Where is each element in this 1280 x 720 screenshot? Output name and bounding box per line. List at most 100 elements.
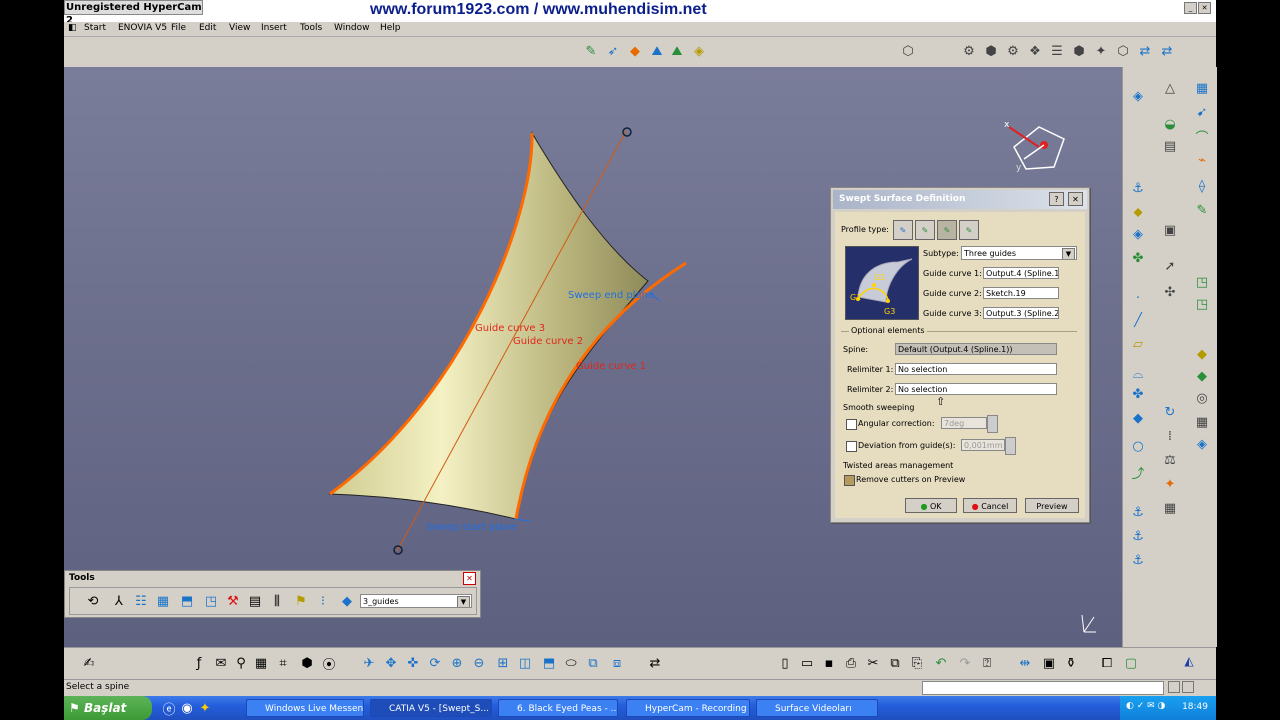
parallel-icon[interactable]: ◆ xyxy=(1193,367,1211,385)
guide1-field[interactable]: Output.4 (Spline.1 xyxy=(983,267,1059,279)
wireframe-icon[interactable]: ✎ xyxy=(582,42,600,60)
deviation-stepper[interactable] xyxy=(1005,437,1016,455)
project-icon[interactable]: ⌓ xyxy=(1129,365,1147,383)
deviation-field[interactable]: 0,001mm xyxy=(961,439,1005,451)
menu-start[interactable]: Start xyxy=(84,23,106,33)
corner-icon[interactable]: ⌒ xyxy=(1193,127,1211,146)
render-style-icon[interactable]: ⬭ xyxy=(562,654,580,672)
layer-icon[interactable]: ◆ xyxy=(338,592,356,610)
open-icon[interactable]: ▭ xyxy=(798,654,816,672)
circle-2-icon[interactable]: ◎ xyxy=(1193,389,1211,407)
status-button-1[interactable] xyxy=(1168,681,1180,693)
menu-view[interactable]: View xyxy=(229,23,250,33)
plane-2-icon[interactable]: ▱ xyxy=(1129,335,1147,353)
chevron-down-icon[interactable]: ▼ xyxy=(457,596,470,607)
subtype-select[interactable]: Three guides ▼ xyxy=(961,246,1077,260)
spec-tree-icon[interactable]: ⬡ xyxy=(899,42,917,60)
compare-icon[interactable]: ⇹ xyxy=(1016,654,1034,672)
sweep-icon[interactable]: ◆ xyxy=(626,42,644,60)
whats-this-icon[interactable]: ⍰ xyxy=(978,654,996,672)
chip-icon[interactable]: ⬢ xyxy=(298,654,316,672)
tree-icon[interactable]: ☷ xyxy=(132,592,150,610)
select-icon[interactable]: ➚ xyxy=(1161,257,1179,275)
fillet-icon[interactable]: ✤ xyxy=(1129,249,1147,267)
copy-icon[interactable]: ⧉ xyxy=(886,654,904,672)
relimiter2-field[interactable]: No selection xyxy=(895,383,1057,395)
menu-edit[interactable]: Edit xyxy=(199,23,216,33)
spine-field[interactable]: Default (Output.4 (Spline.1)) xyxy=(895,343,1057,355)
menu-insert[interactable]: Insert xyxy=(261,23,287,33)
data-icon[interactable]: ▦ xyxy=(1161,499,1179,517)
dialog-close-button[interactable]: ✕ xyxy=(1068,192,1083,206)
analysis-icon-8[interactable]: ⬡ xyxy=(1114,42,1132,60)
bottle-icon[interactable]: ⚱ xyxy=(1062,654,1080,672)
angular-stepper[interactable] xyxy=(987,415,998,433)
relimiter1-field[interactable]: No selection xyxy=(895,363,1057,375)
abc-text-icon[interactable]: ✍ xyxy=(80,654,98,672)
axis-system-icon[interactable]: ⅄ xyxy=(110,592,128,610)
sketch-icon[interactable]: ▣ xyxy=(1161,221,1179,239)
new-icon[interactable]: ▯ xyxy=(776,654,794,672)
guide3-field[interactable]: Output.3 (Spline.2 xyxy=(983,307,1059,319)
comment-icon[interactable]: ✉ xyxy=(212,654,230,672)
profile-circle-icon[interactable]: ✎ xyxy=(937,220,957,240)
zoom-out-icon[interactable]: ⊖ xyxy=(470,654,488,672)
catalog-icon[interactable]: ⚑ xyxy=(292,592,310,610)
dialog-help-button[interactable]: ? xyxy=(1049,192,1064,206)
extrapolate-icon[interactable]: ◆ xyxy=(1193,345,1211,363)
pan-icon[interactable]: ✜ xyxy=(404,654,422,672)
analysis-icon-7[interactable]: ✦ xyxy=(1092,42,1110,60)
cancel-button[interactable]: ● Cancel xyxy=(963,498,1017,513)
analysis-icon-6[interactable]: ⬢ xyxy=(1070,42,1088,60)
pattern-icon[interactable]: ⁞ xyxy=(1161,427,1179,445)
profile-line-icon[interactable]: ✎ xyxy=(915,220,935,240)
analysis-icon-5[interactable]: ☰ xyxy=(1048,42,1066,60)
preview-button[interactable]: Preview xyxy=(1025,498,1079,513)
menu-help[interactable]: Help xyxy=(380,23,401,33)
desktop-icon[interactable]: ◉ xyxy=(178,699,196,717)
list-icon[interactable]: ⁝ xyxy=(314,592,332,610)
spline-icon[interactable]: ➹ xyxy=(1193,103,1211,121)
silhouette-icon[interactable]: ⚓ xyxy=(1129,551,1147,569)
save-icon[interactable]: ▪ xyxy=(820,654,838,672)
circle-icon[interactable]: ◒ xyxy=(1161,115,1179,133)
command-input[interactable] xyxy=(922,681,1164,695)
split-icon[interactable]: ⟠ xyxy=(1193,177,1211,195)
iso-view-icon[interactable]: ⬒ xyxy=(540,654,558,672)
quicklaunch-icon[interactable]: ✦ xyxy=(196,699,214,717)
fly-icon[interactable]: ✈ xyxy=(360,654,378,672)
tools-dropdown[interactable]: 3_guides ▼ xyxy=(360,594,472,608)
stack-icon[interactable]: ▣ xyxy=(1040,654,1058,672)
task-folder[interactable]: Surface Videoları xyxy=(756,699,878,717)
menu-tools[interactable]: Tools xyxy=(300,23,322,33)
frame-icon[interactable]: ▢ xyxy=(1122,654,1140,672)
menu-file[interactable]: File xyxy=(171,23,186,33)
menu-enovia[interactable]: ENOVIA V5 xyxy=(118,23,167,33)
guide2-field[interactable]: Sketch.19 xyxy=(983,287,1059,299)
minimize-button[interactable]: _ xyxy=(1184,2,1197,14)
approx-icon[interactable]: ◈ xyxy=(1193,435,1211,453)
close-window-button[interactable]: ✕ xyxy=(1198,2,1211,14)
hide-icon[interactable]: ⚒ xyxy=(224,592,242,610)
profile-explicit-icon[interactable]: ✎ xyxy=(893,220,913,240)
extrude-icon[interactable]: ➶ xyxy=(604,42,622,60)
update-icon[interactable]: ⟲ xyxy=(84,592,102,610)
reflect-icon[interactable]: ⚓ xyxy=(1129,527,1147,545)
swap-icon[interactable]: ⧈ xyxy=(608,654,626,672)
analysis-icon-9[interactable]: ⇄ xyxy=(1136,42,1154,60)
grid-icon[interactable]: ▦ xyxy=(154,592,172,610)
blend-icon[interactable]: ⛰ xyxy=(668,42,686,60)
connect-icon[interactable]: ⌁ xyxy=(1193,151,1211,169)
status-button-2[interactable] xyxy=(1182,681,1194,693)
undo-icon[interactable]: ↶ xyxy=(932,654,950,672)
boundary-icon[interactable]: ✎ xyxy=(1193,201,1211,219)
offset-icon[interactable]: ◈ xyxy=(690,42,708,60)
hide-show-icon[interactable]: ⧉ xyxy=(584,654,602,672)
ok-button[interactable]: ● OK xyxy=(905,498,957,513)
paste-icon[interactable]: ⎘ xyxy=(908,654,926,672)
trim-icon[interactable]: ⬥ xyxy=(1129,203,1147,221)
rotate-view-icon[interactable]: ⟳ xyxy=(426,654,444,672)
cut-icon[interactable]: ✂ xyxy=(864,654,882,672)
axis-icon[interactable]: ⤴ xyxy=(1129,463,1147,482)
formula-icon[interactable]: ƒ xyxy=(190,654,208,672)
